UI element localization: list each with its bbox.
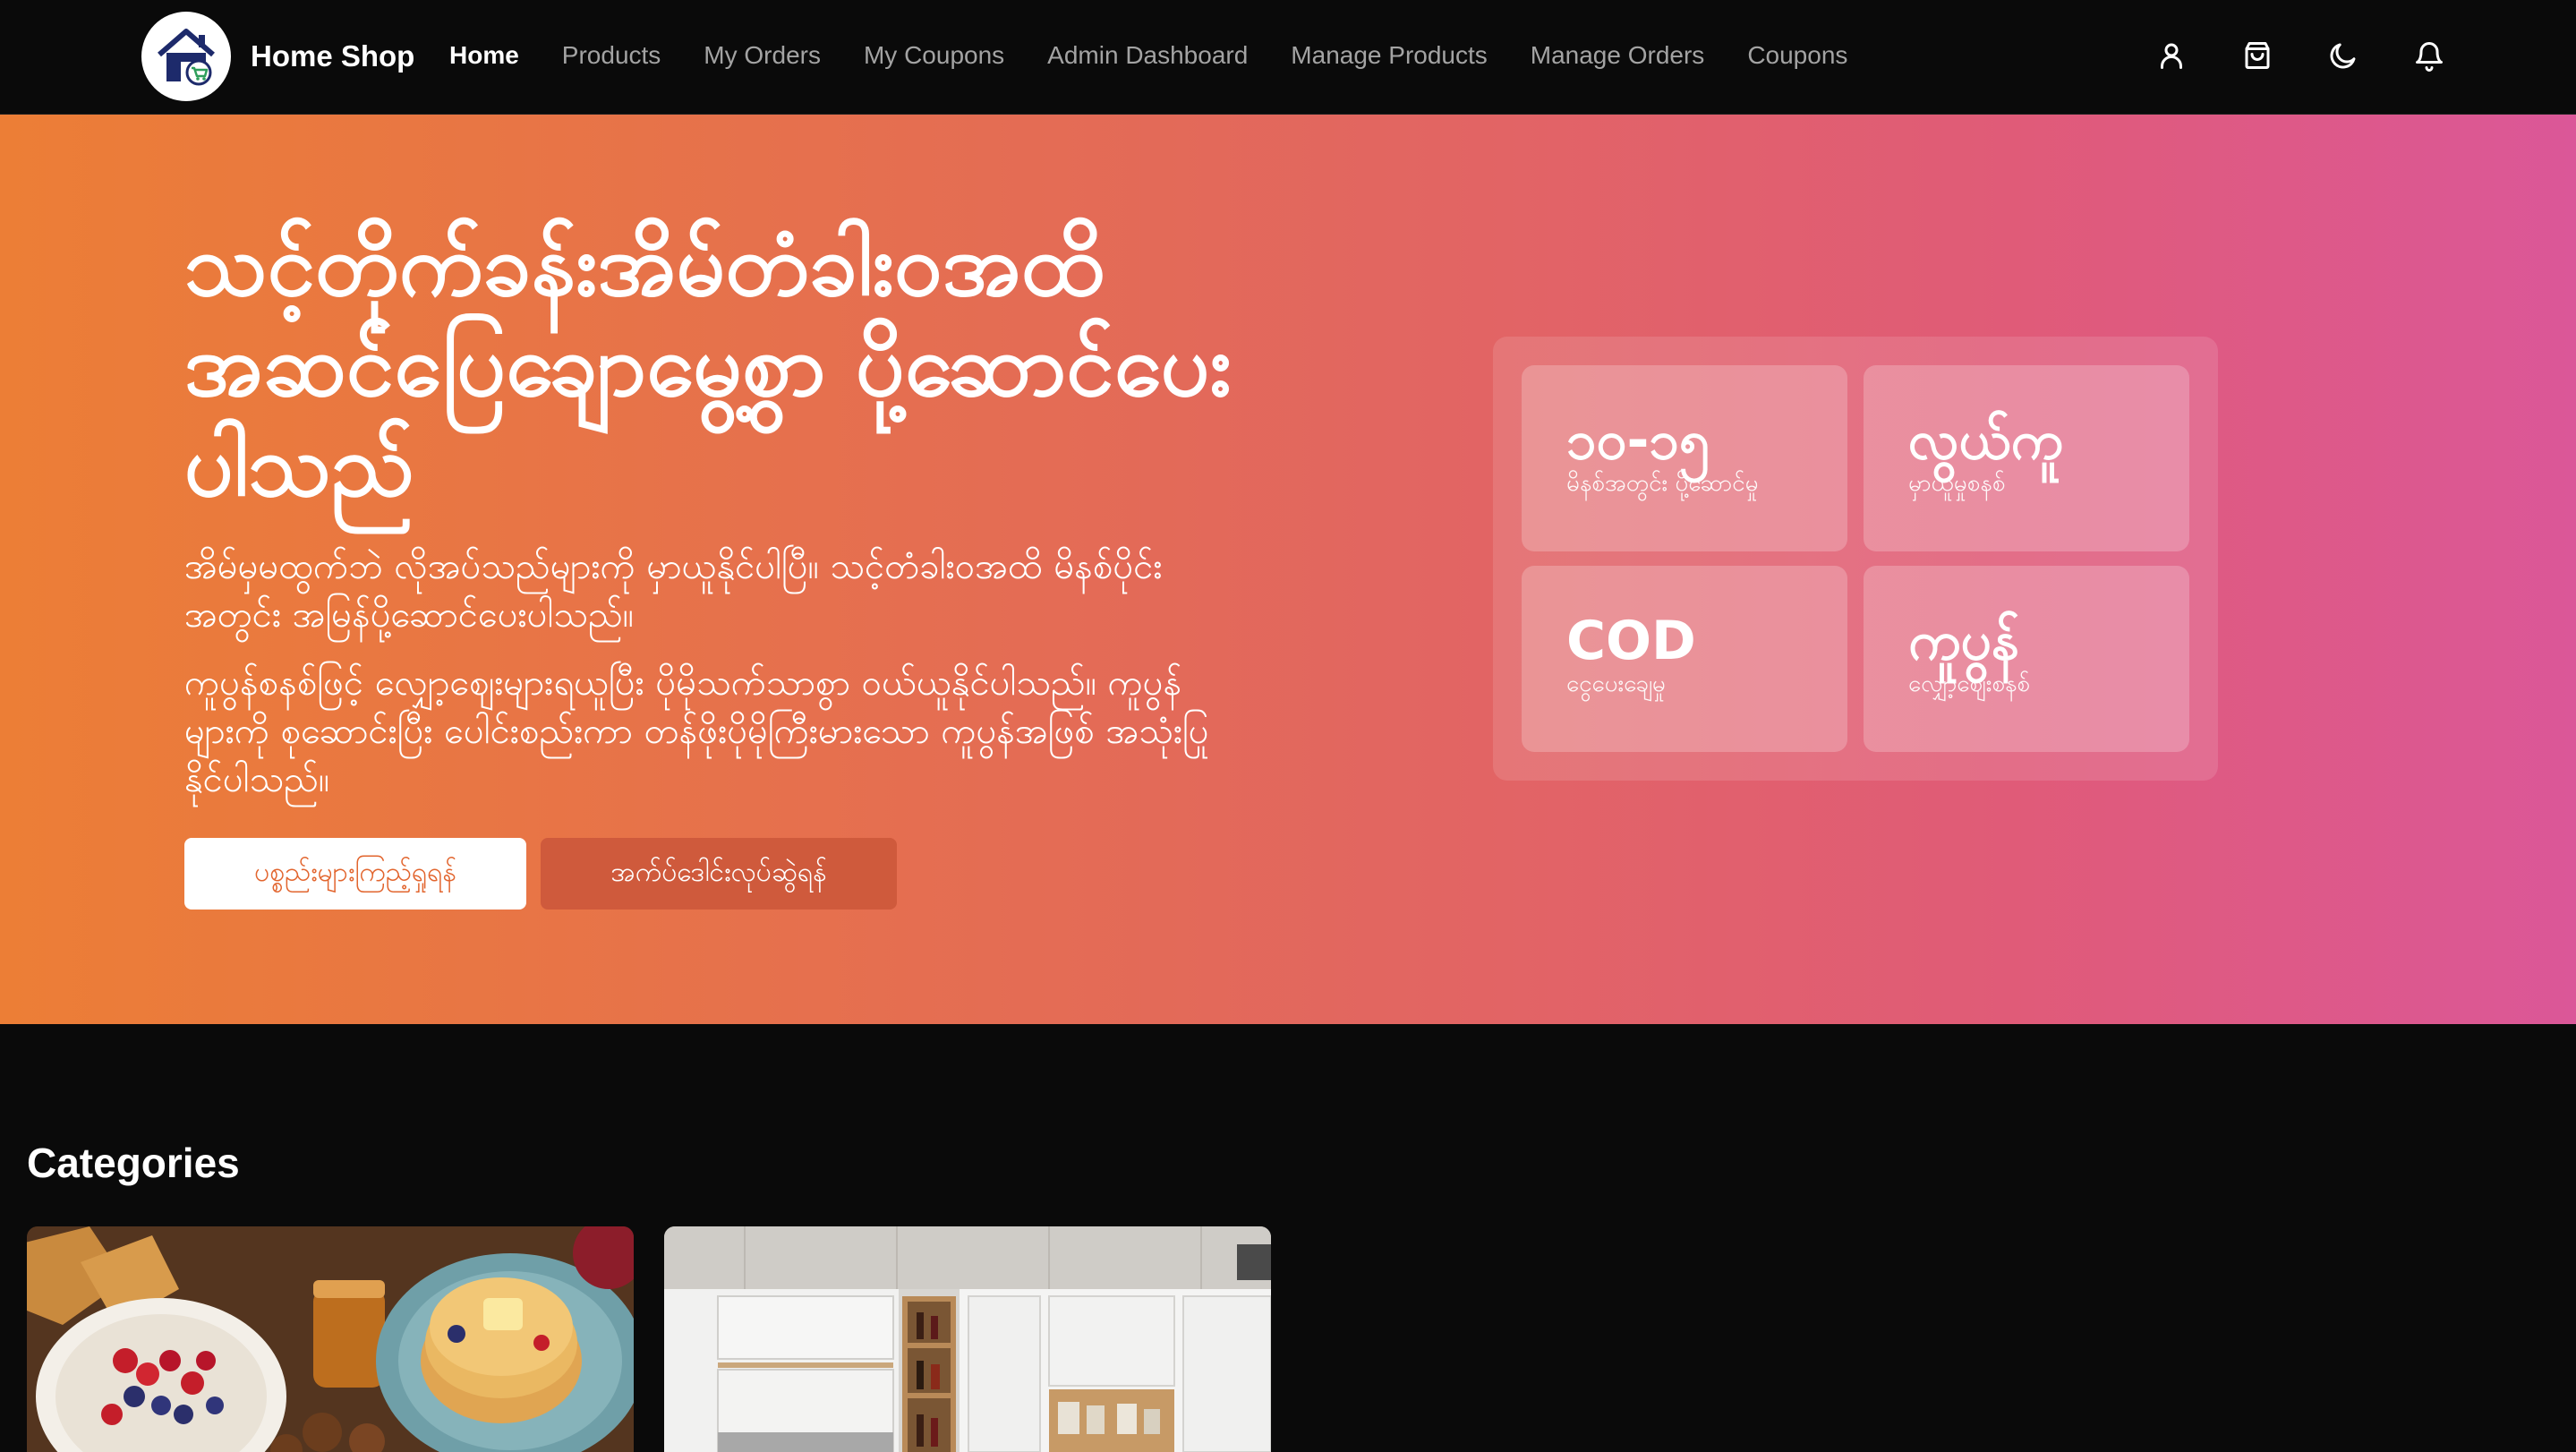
hero-banner: သင့်တိုက်ခန်းအိမ်တံခါးဝအထိ အဆင်ပြေချောမွ… xyxy=(0,115,2576,1024)
kitchen-image xyxy=(664,1226,1271,1452)
nav-icons xyxy=(2107,0,2451,111)
brand-link[interactable]: Home Shop xyxy=(141,9,414,104)
breakfast-food-image xyxy=(27,1226,634,1452)
top-navbar: Home Shop Home Products My Orders My Cou… xyxy=(0,0,2576,115)
nav-link-my-coupons[interactable]: My Coupons xyxy=(864,41,1004,70)
nav-link-products[interactable]: Products xyxy=(562,41,661,70)
nav-link-coupons[interactable]: Coupons xyxy=(1747,41,1847,70)
bell-icon[interactable] xyxy=(2408,34,2451,77)
nav-link-manage-products[interactable]: Manage Products xyxy=(1291,41,1487,70)
feature-label: ငွေပေးချေမှု xyxy=(1566,670,1666,697)
feature-value: လွယ်ကူ xyxy=(1908,409,2064,472)
user-icon[interactable] xyxy=(2150,34,2193,77)
category-card-kitchen[interactable] xyxy=(664,1226,1271,1452)
download-app-button[interactable]: အက်ပ်ဒေါင်းလုပ်ဆွဲရန် xyxy=(541,838,897,910)
feature-panel: ၁၀-၁၅ မိနစ်အတွင်း ပို့ဆောင်မှု လွယ်ကူ မှ… xyxy=(1493,337,2218,781)
feature-card-delivery-time: ၁၀-၁၅ မိနစ်အတွင်း ပို့ဆောင်မှု xyxy=(1522,365,1847,551)
feature-label: မိနစ်အတွင်း ပို့ဆောင်မှု xyxy=(1566,470,1759,497)
feature-value: ကူပွန် xyxy=(1908,610,2019,672)
feature-value: ၁၀-၁၅ xyxy=(1566,409,1710,472)
feature-label: လျှော့ဈေးစနစ် xyxy=(1908,670,2031,697)
hero-description-delivery: အိမ်မှမထွက်ဘဲ လိုအပ်သည်များကို မှာယူနိုင… xyxy=(184,546,1163,636)
feature-card-coupon: ကူပွန် လျှော့ဈေးစနစ် xyxy=(1864,566,2189,752)
nav-link-admin-dashboard[interactable]: Admin Dashboard xyxy=(1047,41,1248,70)
category-card-breakfast[interactable] xyxy=(27,1226,634,1452)
feature-value: COD xyxy=(1566,610,1696,672)
nav-links: Home Products My Orders My Coupons Admin… xyxy=(449,0,1890,111)
categories-heading: Categories xyxy=(27,1140,240,1186)
hero-title: သင့်တိုက်ခန်းအိမ်တံခါးဝအထိ အဆင်ပြေချောမွ… xyxy=(184,215,1232,516)
nav-link-manage-orders[interactable]: Manage Orders xyxy=(1531,41,1705,70)
home-shop-logo-icon xyxy=(141,12,231,101)
feature-label: မှာယူမှုစနစ် xyxy=(1908,470,2006,497)
moon-icon[interactable] xyxy=(2322,34,2365,77)
hero-description-coupons: ကူပွန်စနစ်ဖြင့် လျှော့ဈေးများရယူပြီး ပို… xyxy=(184,662,1209,800)
nav-link-my-orders[interactable]: My Orders xyxy=(704,41,821,70)
nav-link-home[interactable]: Home xyxy=(449,41,519,70)
brand-name: Home Shop xyxy=(251,39,415,73)
shopping-bag-icon[interactable] xyxy=(2236,34,2279,77)
feature-card-cod: COD ငွေပေးချေမှု xyxy=(1522,566,1847,752)
feature-card-easy-ordering: လွယ်ကူ မှာယူမှုစနစ် xyxy=(1864,365,2189,551)
browse-products-button[interactable]: ပစ္စည်းများကြည့်ရှုရန် xyxy=(184,838,526,910)
